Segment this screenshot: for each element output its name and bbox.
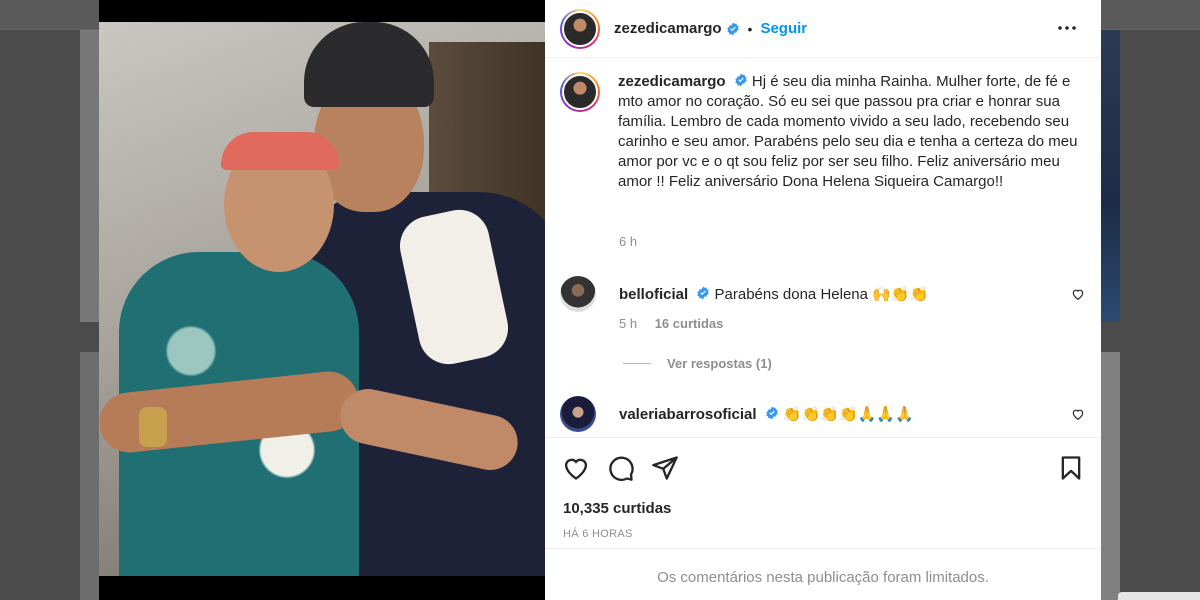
post-actions-bar: 10,335 curtidas HÁ 6 HORAS: [545, 437, 1101, 547]
view-replies-button[interactable]: Ver respostas (1): [623, 356, 772, 371]
post-image: [99, 22, 545, 576]
comment-likes[interactable]: 16 curtidas: [655, 316, 724, 331]
separator-dot: •: [747, 20, 753, 37]
author-avatar[interactable]: [560, 8, 600, 49]
caption-timestamp[interactable]: 6 h: [619, 234, 637, 249]
comment-item: belloficial Parabéns dona Helena 🙌👏👏: [560, 276, 928, 312]
like-comment-heart-icon[interactable]: [1071, 407, 1085, 421]
verified-badge-icon: [726, 22, 739, 35]
photo-headband: [221, 132, 339, 170]
view-replies-label: Ver respostas (1): [667, 356, 772, 371]
comment-item: valeriabarrosoficial 👏👏👏👏🙏🙏🙏: [560, 396, 914, 432]
post-header: zezedicamargo • Seguir: [545, 0, 1101, 58]
save-bookmark-icon[interactable]: [1057, 454, 1085, 482]
replies-line: [623, 363, 651, 364]
commenter-avatar[interactable]: [560, 396, 596, 432]
comments-list[interactable]: zezedicamargo Hj é seu dia minha Rainha.…: [545, 58, 1101, 436]
commenter-avatar[interactable]: [560, 276, 596, 312]
background-post-tile: [80, 352, 100, 600]
background-post-tile: [1101, 352, 1120, 600]
post-timestamp[interactable]: HÁ 6 HORAS: [563, 528, 633, 540]
commenter-username[interactable]: valeriabarrosoficial: [619, 406, 757, 423]
post-caption: zezedicamargo Hj é seu dia minha Rainha.…: [560, 72, 1088, 192]
caption-body: Hj é seu dia minha Rainha. Mulher forte,…: [618, 73, 1078, 190]
like-comment-heart-icon[interactable]: [1071, 287, 1085, 301]
comment-text: valeriabarrosoficial 👏👏👏👏🙏🙏🙏: [619, 405, 914, 423]
follow-button[interactable]: Seguir: [760, 20, 807, 37]
background-corner: [1118, 592, 1200, 600]
author-username[interactable]: zezedicamargo: [614, 20, 722, 37]
author-avatar[interactable]: [560, 72, 600, 112]
photo-cap: [304, 22, 434, 107]
verified-badge-icon: [766, 406, 778, 420]
verified-badge-icon: [697, 286, 710, 300]
likes-count[interactable]: 10,335 curtidas: [563, 500, 671, 517]
comment-body: Parabéns dona Helena: [714, 286, 868, 303]
like-heart-icon[interactable]: [562, 454, 590, 482]
comment-emoji: 👏👏👏👏🙏🙏🙏: [782, 405, 914, 423]
photo-watch: [139, 407, 167, 447]
share-send-icon[interactable]: [651, 454, 679, 482]
comment-meta: 5 h 16 curtidas: [619, 316, 723, 331]
comment-emoji: 🙌👏👏: [872, 285, 929, 303]
commenter-username[interactable]: belloficial: [619, 286, 688, 303]
comment-timestamp[interactable]: 5 h: [619, 316, 637, 331]
comment-bubble-icon[interactable]: [607, 454, 635, 482]
caption-username[interactable]: zezedicamargo: [618, 73, 726, 90]
comment-text: belloficial Parabéns dona Helena 🙌👏👏: [619, 285, 928, 303]
post-photo[interactable]: [99, 0, 545, 600]
post-details-panel: zezedicamargo • Seguir zezedicamargo Hj …: [545, 0, 1101, 600]
more-options-icon[interactable]: [1055, 16, 1079, 40]
background-post-tile: [1101, 30, 1120, 322]
background-post-tile: [80, 30, 100, 322]
caption-text: zezedicamargo Hj é seu dia minha Rainha.…: [618, 72, 1088, 192]
comments-limited-notice: Os comentários nesta publicação foram li…: [545, 548, 1101, 600]
verified-badge-icon: [735, 73, 747, 87]
